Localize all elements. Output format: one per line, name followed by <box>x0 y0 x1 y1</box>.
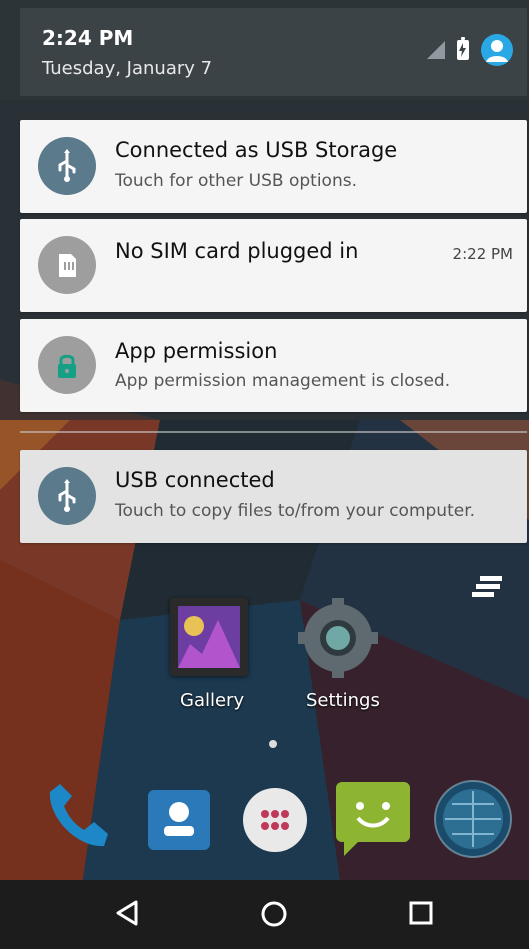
dock <box>0 760 529 880</box>
notification-title: No SIM card plugged in <box>115 239 359 263</box>
notification-title: App permission <box>115 339 278 363</box>
app-label: Settings <box>306 690 380 711</box>
contacts-icon[interactable] <box>140 778 220 858</box>
screen: 2:24 PM Tuesday, January 7 Connected as … <box>0 0 529 949</box>
notification-usb-connected[interactable]: USB connected Touch to copy files to/fro… <box>20 450 527 543</box>
notification-app-permission[interactable]: App permission App permission management… <box>20 319 527 412</box>
home-button[interactable] <box>258 898 290 934</box>
notification-subtitle: App permission management is closed. <box>115 371 451 391</box>
settings-icon <box>298 598 378 678</box>
status-time: 2:24 PM <box>42 26 134 50</box>
phone-icon[interactable] <box>38 778 118 858</box>
back-icon <box>116 900 138 926</box>
notification-usb-storage[interactable]: Connected as USB Storage Touch for other… <box>20 120 527 213</box>
app-drawer-icon[interactable] <box>240 785 310 855</box>
battery-charging-icon <box>459 43 466 57</box>
divider <box>20 431 527 433</box>
lock-icon <box>38 336 96 394</box>
app-settings[interactable]: Settings <box>296 598 386 718</box>
clear-all-icon <box>472 576 502 597</box>
recents-button[interactable] <box>406 898 436 932</box>
messaging-icon[interactable] <box>330 776 416 860</box>
notification-subtitle: Touch to copy files to/from your compute… <box>115 501 476 521</box>
account-icon[interactable] <box>481 34 513 66</box>
battery-icon <box>457 37 469 60</box>
navigation-bar <box>0 880 529 949</box>
app-label: Gallery <box>180 690 245 711</box>
notification-title: USB connected <box>115 468 275 492</box>
gallery-icon <box>170 598 248 676</box>
usb-icon <box>38 467 96 525</box>
usb-icon <box>38 137 96 195</box>
browser-icon[interactable] <box>430 776 516 862</box>
app-gallery[interactable]: Gallery <box>170 598 250 718</box>
status-date: Tuesday, January 7 <box>42 58 213 79</box>
recents-icon <box>409 901 433 925</box>
page-indicator-dot <box>269 740 277 748</box>
status-bar: 2:24 PM Tuesday, January 7 <box>20 8 527 96</box>
notification-no-sim[interactable]: No SIM card plugged in 2:22 PM <box>20 219 527 312</box>
notification-subtitle: Touch for other USB options. <box>115 171 357 191</box>
signal-icon <box>427 41 445 59</box>
clear-all-notifications-button[interactable] <box>470 572 510 602</box>
status-icons <box>427 34 513 66</box>
back-button[interactable] <box>112 898 142 932</box>
sim-card-icon <box>38 236 96 294</box>
notification-title: Connected as USB Storage <box>115 138 398 162</box>
home-icon <box>261 901 287 927</box>
notification-time: 2:22 PM <box>452 245 513 263</box>
